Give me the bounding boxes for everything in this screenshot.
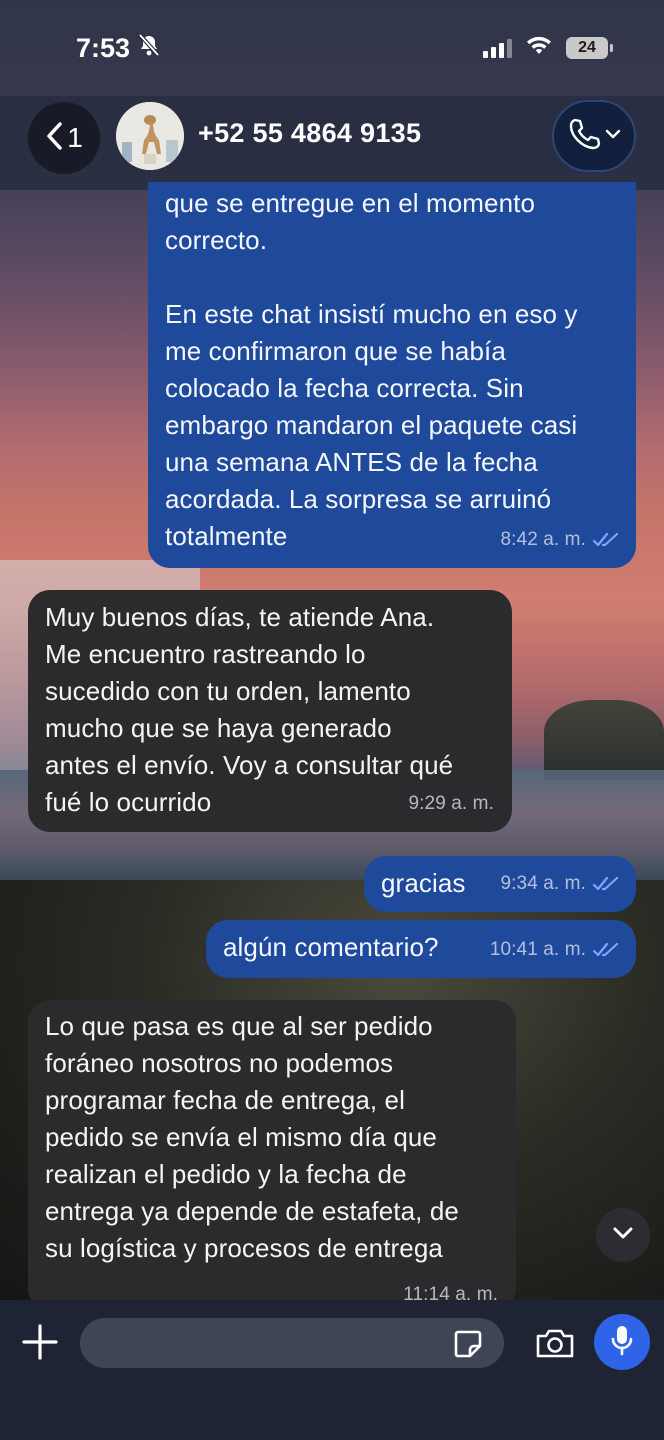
status-bar: 7:53 24 bbox=[0, 0, 664, 96]
chevron-down-icon bbox=[605, 127, 621, 145]
message-time: 10:41 a. m. bbox=[489, 939, 586, 960]
message-bubble-outgoing[interactable]: algún comentario? 10:41 a. m. bbox=[206, 920, 636, 978]
message-line: su logística y procesos de entrega bbox=[45, 1233, 443, 1263]
microphone-icon bbox=[610, 1324, 634, 1361]
status-icons: 24 bbox=[483, 36, 613, 61]
back-button[interactable]: 1 bbox=[28, 102, 100, 174]
phone-icon bbox=[567, 117, 601, 156]
message-line: me confirmaron que se había bbox=[165, 336, 506, 366]
message-input-bar bbox=[0, 1300, 664, 1440]
battery-level: 24 bbox=[578, 39, 596, 56]
message-line bbox=[165, 259, 620, 296]
message-line: sucedido con tu orden, lamento bbox=[45, 676, 411, 706]
message-line: Me encuentro rastreando lo bbox=[45, 639, 366, 669]
message-line: una semana ANTES de la fecha bbox=[165, 447, 538, 477]
message-line: colocado la fecha correcta. Sin bbox=[165, 373, 524, 403]
message-line: programar fecha de entrega, el bbox=[45, 1085, 405, 1115]
message-line: En este chat insistí mucho en eso y bbox=[165, 299, 578, 329]
chevron-down-icon bbox=[612, 1226, 634, 1245]
message-meta: 8:42 a. m. bbox=[501, 521, 621, 558]
message-line: correcto. bbox=[165, 225, 268, 255]
sticker-icon[interactable] bbox=[452, 1328, 484, 1360]
wallpaper-trees bbox=[544, 700, 664, 780]
message-line: antes el envío. Voy a consultar qué bbox=[45, 750, 454, 780]
signal-icon bbox=[483, 38, 512, 58]
read-receipt-icon bbox=[592, 876, 620, 892]
message-meta: 9:29 a. m. bbox=[409, 785, 495, 822]
scroll-to-bottom-button[interactable] bbox=[596, 1208, 650, 1262]
status-time-group: 7:53 bbox=[76, 33, 160, 64]
call-button[interactable] bbox=[552, 100, 636, 172]
message-input[interactable] bbox=[80, 1318, 504, 1368]
microphone-button[interactable] bbox=[594, 1314, 650, 1370]
wifi-icon bbox=[526, 36, 552, 61]
unread-count: 1 bbox=[67, 122, 83, 153]
read-receipt-icon bbox=[592, 532, 620, 548]
plus-icon[interactable] bbox=[20, 1322, 60, 1362]
message-time: 9:34 a. m. bbox=[500, 873, 586, 894]
read-receipt-icon bbox=[592, 942, 620, 958]
bell-slash-icon bbox=[138, 33, 160, 64]
status-time: 7:53 bbox=[76, 32, 131, 63]
message-line: pedido se envía el mismo día que bbox=[45, 1122, 437, 1152]
message-line: embargo mandaron el paquete casi bbox=[165, 410, 578, 440]
message-line: foráneo nosotros no podemos bbox=[45, 1048, 394, 1078]
message-line: Lo que pasa es que al ser pedido bbox=[45, 1011, 433, 1041]
chevron-left-icon bbox=[45, 121, 63, 156]
message-bubble-outgoing[interactable]: que se entregue en el momento correcto. … bbox=[148, 182, 636, 568]
avatar[interactable] bbox=[116, 102, 184, 170]
chat-header: 1 +52 55 4864 9135 bbox=[0, 96, 664, 190]
message-time: 8:42 a. m. bbox=[500, 529, 586, 550]
message-time: 9:29 a. m. bbox=[408, 793, 494, 814]
message-line: Muy buenos días, te atiende Ana. bbox=[45, 602, 435, 632]
message-line: que se entregue en el momento bbox=[165, 188, 536, 218]
message-line: entrega ya depende de estafeta, de bbox=[45, 1196, 459, 1226]
message-meta: 9:34 a. m. bbox=[501, 865, 621, 902]
message-line: acordada. La sorpresa se arruinó bbox=[165, 484, 552, 514]
message-meta: 10:41 a. m. bbox=[490, 931, 620, 968]
battery-icon: 24 bbox=[566, 37, 613, 59]
message-bubble-outgoing[interactable]: gracias 9:34 a. m. bbox=[364, 856, 636, 912]
message-bubble-incoming[interactable]: Lo que pasa es que al ser pedido foráneo… bbox=[28, 1000, 516, 1310]
message-bubble-incoming[interactable]: Muy buenos días, te atiende Ana. Me encu… bbox=[28, 590, 512, 832]
contact-name[interactable]: +52 55 4864 9135 bbox=[198, 118, 421, 149]
message-line: realizan el pedido y la fecha de bbox=[45, 1159, 407, 1189]
camera-icon[interactable] bbox=[534, 1326, 576, 1362]
message-line: mucho que se haya generado bbox=[45, 713, 392, 743]
